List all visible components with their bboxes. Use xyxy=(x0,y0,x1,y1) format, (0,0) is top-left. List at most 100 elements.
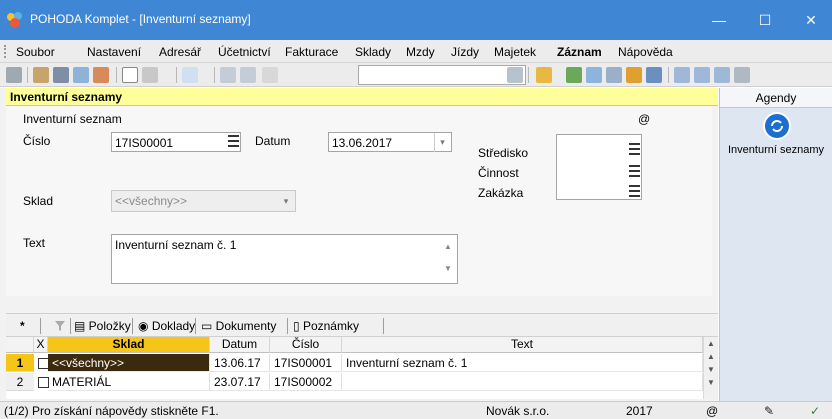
row-datum-cell[interactable]: 13.06.17 xyxy=(210,354,270,372)
sklad-dropdown-icon[interactable]: ▾ xyxy=(278,192,294,211)
menu-ucetnictvi[interactable]: Účetnictví xyxy=(218,45,271,59)
at-symbol: @ xyxy=(638,112,651,126)
text-scrollbar[interactable]: ▲ ▼ xyxy=(441,236,455,282)
stredisko-picker-icon[interactable] xyxy=(628,142,641,158)
menu-bar: Soubor Nastavení Adresář Účetnictví Fakt… xyxy=(0,40,832,63)
cislo-picker-icon[interactable] xyxy=(227,134,240,150)
datum-label: Datum xyxy=(255,134,291,148)
tab-doklady[interactable]: ◉ Doklady xyxy=(138,319,195,333)
filter-tab-icon[interactable] xyxy=(54,320,66,332)
data-grid: X Sklad Datum Číslo Text 1 <<všechny>> 1… xyxy=(6,337,718,399)
row-sklad-cell[interactable]: <<všechny>> xyxy=(48,354,210,372)
calculator-icon[interactable] xyxy=(606,67,622,83)
tab-poznamky[interactable]: ▯ Poznámky xyxy=(293,319,359,333)
save-icon[interactable] xyxy=(220,67,236,83)
inventory-agenda-icon[interactable] xyxy=(763,112,791,140)
print-preview-icon[interactable] xyxy=(73,67,89,83)
row-cislo-cell[interactable]: 17IS00002 xyxy=(270,373,342,391)
window-icon[interactable] xyxy=(674,67,690,83)
sklad-label: Sklad xyxy=(23,194,54,208)
check-icon[interactable]: ✓ xyxy=(810,404,820,418)
edit-pencil-icon[interactable]: ✎ xyxy=(764,404,774,418)
row-text-cell[interactable]: Inventurní seznam č. 1 xyxy=(342,354,703,372)
layout-icon[interactable] xyxy=(6,67,22,83)
sklad-field[interactable]: <<všechny>> xyxy=(111,190,296,212)
toolbar xyxy=(0,63,832,87)
agenda-item-inventurni-seznamy[interactable]: Inventurní seznamy xyxy=(720,144,832,156)
tab-star[interactable]: * xyxy=(20,319,25,333)
status-year: 2017 xyxy=(626,404,653,418)
menu-napoveda[interactable]: Nápověda xyxy=(618,45,673,59)
tab-strip: * ▤ Položky ◉ Doklady ▭ Dokumenty ▯ Pozn… xyxy=(6,313,718,337)
list-icon[interactable] xyxy=(694,67,710,83)
cislo-label: Číslo xyxy=(23,134,51,148)
row-text-cell[interactable] xyxy=(342,373,703,391)
close-button[interactable]: ✕ xyxy=(788,6,832,34)
menu-soubor[interactable]: Soubor xyxy=(16,45,55,59)
grid-scrollbar[interactable]: ▲ ▲ ▼ ▼ xyxy=(703,337,718,399)
title-bar: POHODA Komplet - [Inventurní seznamy] — … xyxy=(0,0,832,40)
main-area: Inventurní seznamy Inventurní seznam @ Č… xyxy=(0,88,718,419)
minimize-button[interactable]: — xyxy=(696,6,742,34)
col-header-sklad[interactable]: Sklad xyxy=(48,337,210,353)
row-datum-cell[interactable]: 23.07.17 xyxy=(210,373,270,391)
grid-corner xyxy=(6,337,34,353)
agenda-panel: Agendy Inventurní seznamy xyxy=(719,88,832,401)
status-help-text: (1/2) Pro získání nápovědy stiskněte F1. xyxy=(4,404,219,418)
tab-dokumenty[interactable]: ▭ Dokumenty xyxy=(201,319,276,333)
maximize-button[interactable]: ☐ xyxy=(742,6,788,34)
menu-sklady[interactable]: Sklady xyxy=(355,45,391,59)
menu-mzdy[interactable]: Mzdy xyxy=(406,45,435,59)
pohoda-app-icon xyxy=(7,12,22,28)
cinnost-label: Činnost xyxy=(478,166,519,180)
status-bar: (1/2) Pro získání nápovědy stiskněte F1.… xyxy=(0,401,832,419)
cinnost-picker-icon[interactable] xyxy=(628,164,641,180)
accounting-icon[interactable] xyxy=(626,67,642,83)
report-icon[interactable] xyxy=(93,67,109,83)
save-all-icon[interactable] xyxy=(240,67,256,83)
help-icon[interactable] xyxy=(734,67,750,83)
print-icon[interactable] xyxy=(53,67,69,83)
row-cislo-cell[interactable]: 17IS00001 xyxy=(270,354,342,372)
tab-polozky[interactable]: ▤ Položky xyxy=(74,319,131,333)
row-number[interactable]: 2 xyxy=(6,373,34,391)
copy-icon[interactable] xyxy=(262,67,278,83)
iban-icon[interactable] xyxy=(646,67,662,83)
row-sklad-cell[interactable]: MATERIÁL xyxy=(48,373,210,391)
folder-icon[interactable] xyxy=(536,67,552,83)
agenda-header: Inventurní seznamy xyxy=(6,88,718,106)
window-title: POHODA Komplet - [Inventurní seznamy] xyxy=(30,12,251,26)
new-record-icon[interactable] xyxy=(122,67,138,83)
text-field[interactable]: Inventurní seznam č. 1 xyxy=(111,234,458,284)
row-number[interactable]: 1 xyxy=(6,354,34,372)
stredisko-label: Středisko xyxy=(478,146,529,160)
text-label: Text xyxy=(23,236,46,250)
table-icon[interactable] xyxy=(586,67,602,83)
col-header-x[interactable]: X xyxy=(34,337,48,353)
menu-nastaveni[interactable]: Nastavení xyxy=(87,45,141,59)
zakazka-label: Zakázka xyxy=(478,186,524,200)
menu-jizdy[interactable]: Jízdy xyxy=(451,45,479,59)
status-at: @ xyxy=(706,404,719,418)
form-panel: Inventurní seznam @ Číslo 17IS00001 Datu… xyxy=(6,106,712,296)
form-icon[interactable] xyxy=(714,67,730,83)
preview-icon[interactable] xyxy=(33,67,49,83)
col-header-text[interactable]: Text xyxy=(342,337,703,353)
filter-icon[interactable] xyxy=(507,67,523,83)
agenda-panel-header: Agendy xyxy=(720,88,832,108)
toolbar-combo[interactable] xyxy=(358,65,526,85)
menu-majetek[interactable]: Majetek xyxy=(494,45,536,59)
menu-fakturace[interactable]: Fakturace xyxy=(285,45,338,59)
menu-adresar[interactable]: Adresář xyxy=(159,45,201,59)
edit-icon[interactable] xyxy=(142,67,158,83)
col-header-cislo[interactable]: Číslo xyxy=(270,337,342,353)
cislo-field[interactable]: 17IS00001 xyxy=(111,132,241,152)
menu-grip xyxy=(4,45,6,58)
scroll-arrows-icon[interactable]: ▲ ▲ ▼ ▼ xyxy=(704,337,718,389)
link-icon[interactable] xyxy=(566,67,582,83)
menu-zaznam[interactable]: Záznam xyxy=(557,45,602,59)
col-header-datum[interactable]: Datum xyxy=(210,337,270,353)
back-arrow-icon[interactable] xyxy=(182,67,198,83)
datum-dropdown-icon[interactable]: ▾ xyxy=(434,133,450,152)
zakazka-picker-icon[interactable] xyxy=(628,184,641,200)
